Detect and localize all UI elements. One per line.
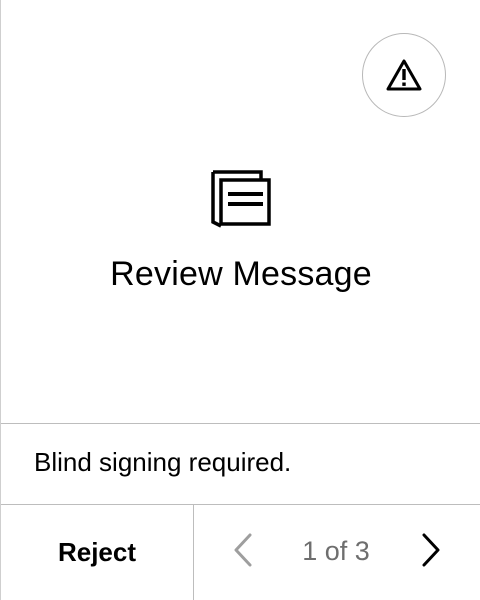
warning-button[interactable] xyxy=(362,33,446,117)
footer-separator xyxy=(193,505,194,600)
page-title: Review Message xyxy=(110,255,372,293)
page-indicator: 1 of 3 xyxy=(302,536,370,566)
reject-button[interactable]: Reject xyxy=(1,505,193,600)
reject-label: Reject xyxy=(57,537,137,567)
warning-triangle-icon xyxy=(385,58,423,92)
previous-page-button[interactable] xyxy=(223,530,263,574)
chevron-right-icon xyxy=(420,532,442,573)
message-document-icon xyxy=(211,168,271,228)
divider xyxy=(1,423,480,424)
next-page-button[interactable] xyxy=(411,530,451,574)
blind-signing-notice: Blind signing required. xyxy=(34,447,292,477)
chevron-left-icon xyxy=(232,532,254,573)
review-screen: Review Message Blind signing required. R… xyxy=(0,0,480,600)
